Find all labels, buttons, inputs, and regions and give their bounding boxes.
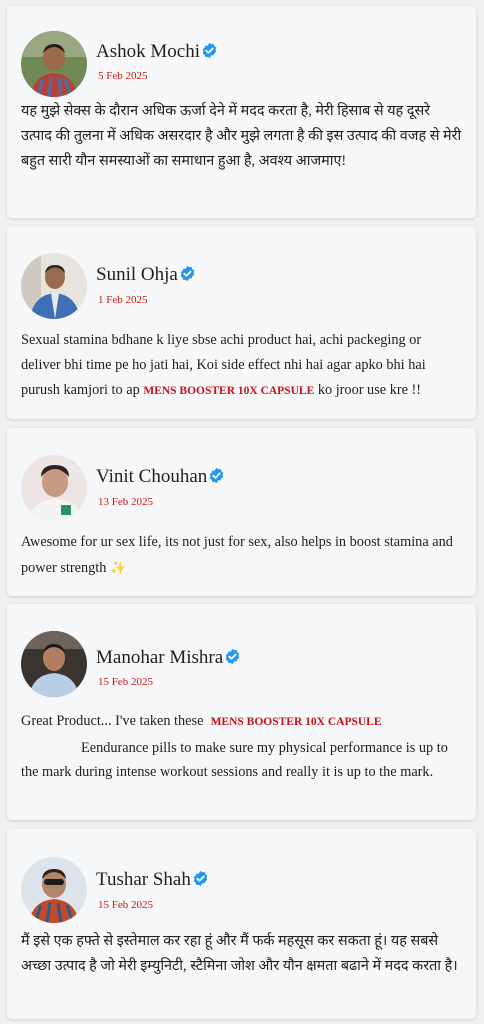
review-card: Manohar Mishra 15 Feb 2025 Great Product… (7, 604, 476, 820)
review-card: Ashok Mochi 5 Feb 2025 यह मुझे सेक्स के … (7, 6, 476, 218)
review-date: 13 Feb 2025 (98, 496, 153, 508)
verified-badge-icon (201, 42, 218, 59)
product-name: MENS BOOSTER 10X CAPSULE (143, 385, 315, 397)
review-text: मैं इसे एक हफ्ते से इस्तेमाल कर रहा हूं … (21, 933, 458, 974)
review-text: Sexual stamina bdhane k liye sbse achi p… (21, 332, 426, 398)
review-card: Tushar Shah 15 Feb 2025 मैं इसे एक हफ्ते… (7, 829, 476, 1019)
avatar (21, 857, 87, 923)
review-card: Sunil Ohja 1 Feb 2025 Sexual stamina bdh… (7, 226, 476, 419)
verified-badge-icon (192, 870, 209, 887)
avatar (21, 631, 87, 697)
reviewer-name: Manohar Mishra (96, 647, 241, 669)
review-date: 15 Feb 2025 (98, 899, 153, 911)
reviewer-name: Vinit Chouhan (96, 466, 225, 488)
verified-badge-icon (224, 648, 241, 665)
review-card: Vinit Chouhan 13 Feb 2025 Awesome for ur… (7, 428, 476, 596)
review-text: यह मुझे सेक्स के दौरान अधिक ऊर्जा देने म… (21, 103, 462, 169)
verified-badge-icon (179, 265, 196, 282)
reviewer-name: Tushar Shah (96, 869, 209, 891)
avatar (21, 253, 87, 319)
review-text: Awesome for ur sex life, its not just fo… (21, 534, 453, 576)
avatar (21, 31, 87, 97)
review-date: 1 Feb 2025 (98, 294, 148, 306)
review-date: 5 Feb 2025 (98, 70, 148, 82)
review-text-continued: Eendurance pills to make sure my physica… (21, 740, 448, 780)
verified-badge-icon (208, 467, 225, 484)
product-name: MENS BOOSTER 10X CAPSULE (210, 716, 382, 728)
review-date: 15 Feb 2025 (98, 676, 153, 688)
sparkles-emoji: ✨ (109, 560, 127, 575)
reviewer-name: Sunil Ohja (96, 264, 196, 286)
review-text: Great Product... I've taken these MENS B… (21, 709, 464, 784)
avatar (21, 455, 87, 521)
reviewer-name: Ashok Mochi (96, 41, 218, 63)
